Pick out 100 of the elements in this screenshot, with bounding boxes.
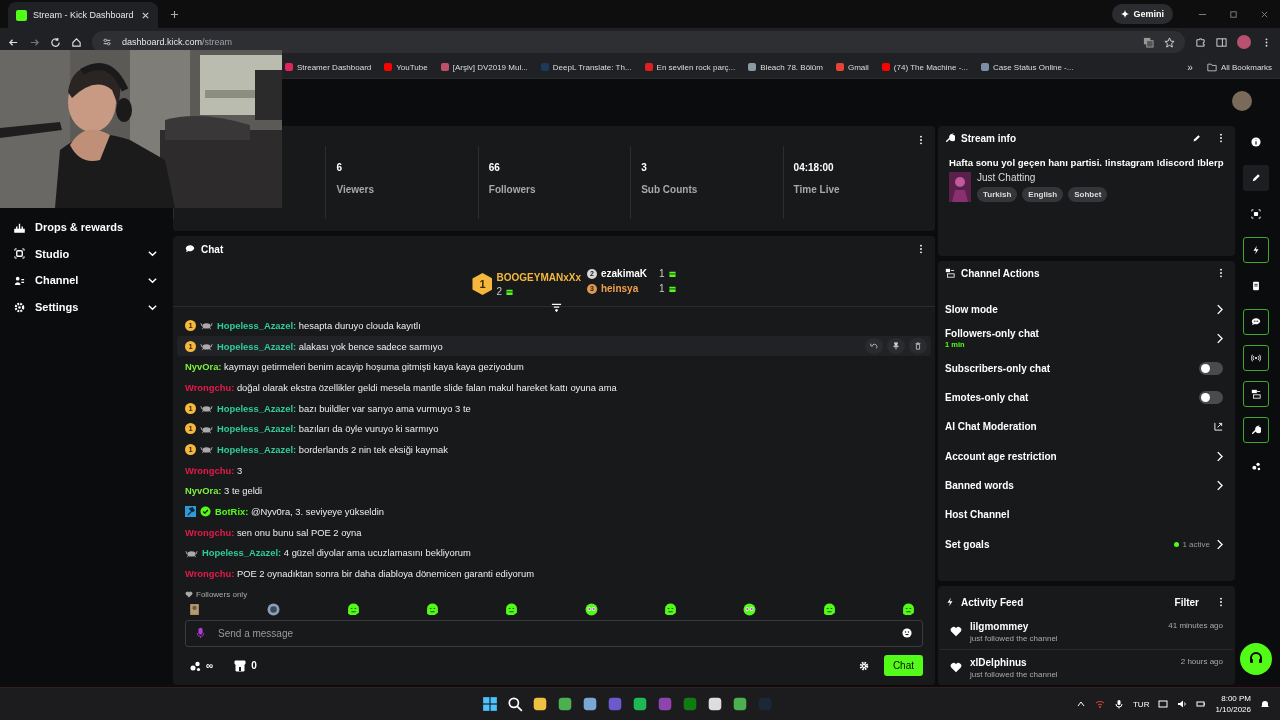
user-avatar[interactable] bbox=[1232, 91, 1252, 111]
translate-icon[interactable] bbox=[1143, 36, 1154, 48]
new-tab-icon[interactable] bbox=[170, 9, 179, 19]
search-icon[interactable] bbox=[507, 696, 524, 712]
channel-action-label[interactable]: Host Channel bbox=[945, 509, 1010, 521]
toggle-switch[interactable] bbox=[1199, 391, 1223, 405]
rail-button[interactable] bbox=[1243, 381, 1269, 407]
pin-button[interactable] bbox=[887, 338, 905, 355]
gemini-button[interactable]: Gemini bbox=[1112, 4, 1173, 24]
emote-icon[interactable] bbox=[901, 602, 915, 616]
sidebar-item[interactable]: Settings bbox=[0, 293, 172, 321]
tag[interactable]: English bbox=[1022, 187, 1064, 202]
language-indicator[interactable]: TUR bbox=[1132, 699, 1150, 709]
toggle-switch[interactable] bbox=[1199, 361, 1223, 375]
reload-icon[interactable] bbox=[50, 36, 61, 48]
emoji-icon[interactable] bbox=[902, 628, 912, 639]
rail-button[interactable] bbox=[1243, 165, 1269, 191]
channel-action-label[interactable]: AI Chat Moderation bbox=[945, 421, 1037, 433]
rail-button[interactable] bbox=[1243, 417, 1269, 443]
bookmark[interactable]: [Arşiv] DV2019 Mul... bbox=[440, 62, 528, 72]
start-icon[interactable] bbox=[482, 696, 499, 712]
external-link-icon[interactable] bbox=[1214, 422, 1223, 432]
wifi-icon[interactable] bbox=[1158, 699, 1169, 709]
star-icon[interactable] bbox=[1164, 36, 1175, 48]
emote-icon[interactable] bbox=[188, 602, 201, 616]
more-options-icon[interactable] bbox=[1219, 268, 1223, 278]
sidebar-item[interactable]: Channel bbox=[0, 267, 172, 294]
emote-icon[interactable] bbox=[505, 602, 519, 616]
bookmark[interactable]: YouTube bbox=[384, 62, 428, 72]
sidebar-item[interactable]: Drops & rewards bbox=[0, 214, 172, 241]
category-name[interactable]: Just Chatting bbox=[977, 172, 1108, 183]
tag[interactable]: Turkish bbox=[977, 187, 1018, 202]
channel-action-label[interactable]: Subscribers-only chat bbox=[945, 362, 1051, 374]
chevron-right-icon[interactable] bbox=[1216, 538, 1223, 550]
microphone-icon[interactable] bbox=[1113, 699, 1124, 709]
chevron-right-icon[interactable] bbox=[1216, 333, 1223, 345]
emote-icon[interactable] bbox=[743, 602, 757, 616]
leaderboard-username[interactable]: BOOGEYMANxXx bbox=[496, 271, 581, 283]
channel-action-label[interactable]: Set goals bbox=[945, 538, 990, 550]
volume-icon[interactable] bbox=[1177, 699, 1188, 709]
app-icon[interactable] bbox=[532, 696, 549, 712]
tag[interactable]: Sohbet bbox=[1068, 187, 1108, 202]
channel-action-label[interactable]: Account age restriction bbox=[945, 450, 1057, 462]
chevron-up-icon[interactable] bbox=[1075, 699, 1086, 709]
network-icon[interactable] bbox=[1094, 699, 1105, 709]
leaderboard-username[interactable]: ezakimaK bbox=[600, 268, 655, 279]
leaderboard-username[interactable]: heinsya bbox=[600, 283, 655, 294]
chevron-right-icon[interactable] bbox=[1216, 479, 1223, 491]
side-panel-icon[interactable] bbox=[1216, 36, 1227, 48]
bookmark[interactable]: Bleach 78. Bölüm bbox=[748, 62, 823, 72]
chevron-down-icon[interactable] bbox=[147, 275, 158, 286]
app-icon[interactable] bbox=[632, 696, 649, 712]
emote-icon[interactable] bbox=[267, 602, 281, 616]
points-icon[interactable] bbox=[189, 659, 201, 672]
more-options-icon[interactable] bbox=[1219, 597, 1223, 607]
close-icon[interactable] bbox=[1260, 9, 1269, 19]
chevron-right-icon[interactable] bbox=[1216, 450, 1223, 462]
rail-button[interactable] bbox=[1243, 309, 1269, 335]
bookmark[interactable]: DeepL Translate: Th... bbox=[540, 62, 632, 72]
app-icon[interactable] bbox=[732, 696, 749, 712]
emote-icon[interactable] bbox=[346, 602, 360, 616]
maximize-icon[interactable] bbox=[1229, 9, 1238, 19]
bookmark[interactable]: Gmail bbox=[835, 62, 869, 72]
channel-action-label[interactable]: Followers-only chat bbox=[945, 328, 1039, 340]
category-cover-icon[interactable] bbox=[949, 172, 971, 202]
chevron-right-icon[interactable] bbox=[1216, 304, 1223, 316]
store-icon[interactable] bbox=[234, 659, 247, 672]
filter-button[interactable]: Filter bbox=[1174, 596, 1199, 608]
site-info-icon[interactable] bbox=[102, 37, 112, 47]
settings-icon[interactable] bbox=[858, 660, 869, 671]
emote-icon[interactable] bbox=[584, 602, 598, 616]
close-icon[interactable] bbox=[141, 10, 150, 20]
bookmark[interactable]: Streamer Dashboard bbox=[285, 62, 372, 72]
notification-icon[interactable] bbox=[1260, 699, 1270, 709]
address-field[interactable]: dashboard.kick.com/stream bbox=[92, 31, 1185, 53]
emote-icon[interactable] bbox=[663, 602, 677, 616]
battery-icon[interactable] bbox=[1196, 699, 1207, 709]
follower-username[interactable]: xlDelphinus bbox=[970, 657, 1058, 668]
emote-icon[interactable] bbox=[426, 602, 439, 616]
profile-avatar[interactable] bbox=[1237, 35, 1251, 49]
browser-tab[interactable]: Stream - Kick Dashboard bbox=[8, 2, 158, 28]
home-icon[interactable] bbox=[71, 36, 82, 48]
filter-icon[interactable] bbox=[551, 303, 562, 313]
app-icon[interactable] bbox=[582, 696, 599, 712]
app-icon[interactable] bbox=[557, 696, 574, 712]
more-options-icon[interactable] bbox=[919, 244, 923, 254]
send-chat-button[interactable]: Chat bbox=[883, 655, 923, 677]
bookmark[interactable]: (74) The Machine -... bbox=[881, 62, 968, 72]
rail-button[interactable] bbox=[1243, 345, 1269, 371]
channel-action-label[interactable]: Banned words bbox=[945, 479, 1014, 491]
edit-icon[interactable] bbox=[1192, 133, 1201, 143]
bookmark[interactable]: Case Status Online -... bbox=[980, 62, 1074, 72]
channel-action-label[interactable]: Slow mode bbox=[945, 304, 998, 316]
more-options-icon[interactable] bbox=[1219, 133, 1223, 143]
message-input[interactable]: Send a message bbox=[185, 619, 923, 647]
channel-action-label[interactable]: Emotes-only chat bbox=[945, 392, 1029, 404]
extensions-icon[interactable] bbox=[1195, 36, 1206, 48]
emote-icon[interactable] bbox=[822, 602, 836, 616]
more-bookmarks-button[interactable]: » bbox=[1187, 61, 1193, 73]
app-icon[interactable] bbox=[707, 696, 724, 712]
